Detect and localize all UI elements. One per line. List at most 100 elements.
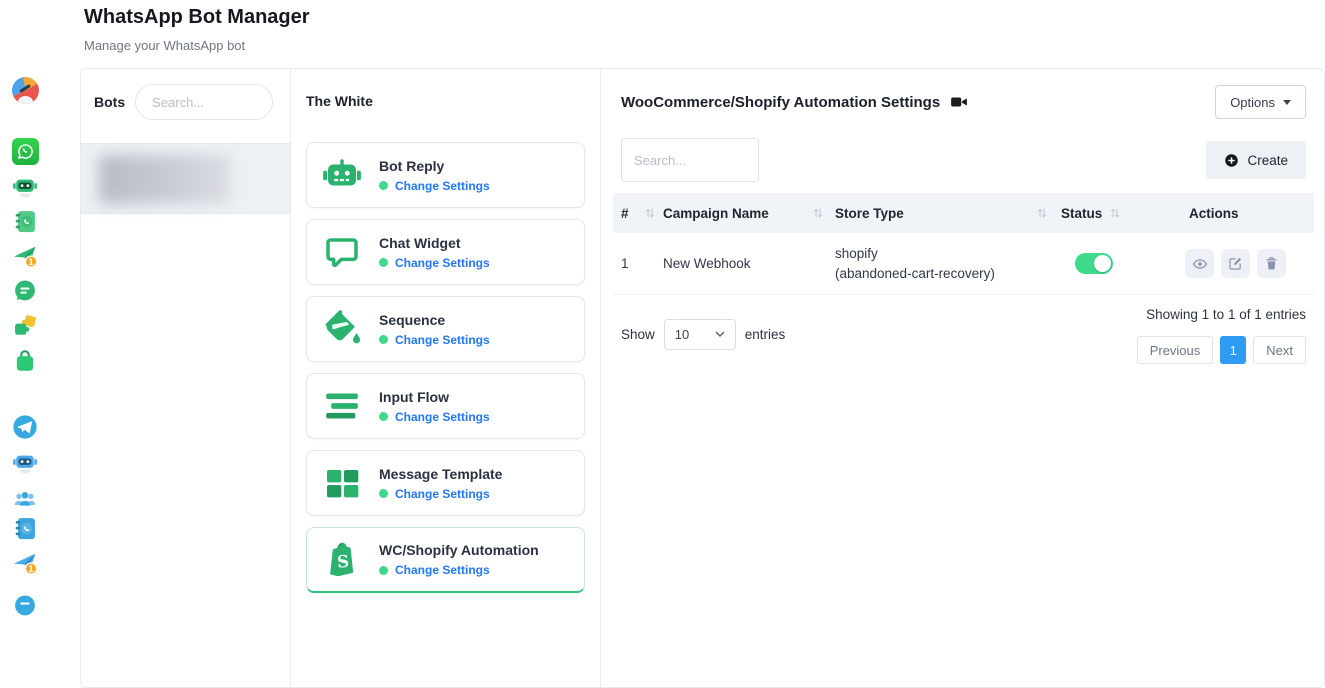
feature-card-title: Input Flow	[379, 389, 490, 405]
previous-page-button[interactable]: Previous	[1137, 336, 1214, 364]
pagination: Previous 1 Next	[1137, 336, 1306, 364]
view-button[interactable]	[1185, 249, 1214, 278]
dashboard-icon[interactable]	[11, 76, 39, 104]
telegram-chat-icon[interactable]	[11, 592, 39, 620]
feature-card-title: Bot Reply	[379, 158, 490, 174]
bots-panel-label: Bots	[94, 94, 125, 110]
options-button-label: Options	[1230, 95, 1275, 110]
change-settings-link[interactable]: Change Settings	[395, 410, 490, 424]
shopify-logo-letter: S	[336, 550, 349, 571]
column-label: #	[621, 206, 629, 221]
status-toggle[interactable]	[1075, 253, 1113, 274]
plus-circle-icon	[1224, 153, 1239, 168]
sort-icon	[1037, 207, 1047, 219]
feature-card-sequence[interactable]: Sequence Change Settings	[306, 296, 585, 362]
sort-icon	[813, 207, 823, 219]
whatsapp-contacts-icon[interactable]	[11, 207, 39, 235]
column-label: Store Type	[835, 206, 904, 221]
entries-label: entries	[745, 327, 786, 342]
whatsapp-integrations-icon[interactable]	[11, 312, 39, 340]
column-label: Status	[1061, 206, 1102, 221]
table-search-input[interactable]	[621, 138, 759, 182]
options-button[interactable]: Options	[1215, 85, 1306, 119]
bot-reply-icon	[320, 153, 364, 197]
whatsapp-shop-icon[interactable]	[11, 347, 39, 375]
main-card: Bots The White Bot Reply Change Settings	[80, 68, 1325, 688]
notification-badge: 1	[28, 565, 34, 575]
status-dot	[379, 489, 388, 498]
telegram-group-icon[interactable]	[11, 484, 39, 512]
sort-icon	[1110, 207, 1120, 219]
status-dot	[379, 412, 388, 421]
table-header-row: # Campaign Name Store Type Status Action…	[613, 193, 1314, 233]
whatsapp-chat-icon[interactable]	[11, 277, 39, 305]
feature-card-title: Chat Widget	[379, 235, 490, 251]
eye-icon	[1192, 256, 1208, 272]
column-label: Campaign Name	[663, 206, 769, 221]
campaign-name-cell: New Webhook	[663, 256, 751, 271]
page-size-select[interactable]: 10	[664, 319, 736, 350]
bot-list-item-selected[interactable]	[81, 143, 290, 214]
change-settings-link[interactable]: Change Settings	[395, 333, 490, 347]
feature-card-chat-widget[interactable]: Chat Widget Change Settings	[306, 219, 585, 285]
bots-search-input[interactable]	[135, 84, 273, 120]
change-settings-link[interactable]: Change Settings	[395, 563, 490, 577]
delete-button[interactable]	[1257, 249, 1286, 278]
app-sidebar: 1 1	[0, 0, 62, 604]
feature-card-bot-reply[interactable]: Bot Reply Change Settings	[306, 142, 585, 208]
bots-panel: Bots	[81, 69, 291, 687]
feature-card-wc-shopify-automation[interactable]: S WC/Shopify Automation Change Settings	[306, 527, 585, 593]
notification-badge: 1	[28, 258, 34, 268]
input-flow-icon	[320, 384, 364, 428]
edit-icon	[1228, 256, 1243, 271]
toggle-knob	[1094, 255, 1111, 272]
page-size-value: 10	[675, 327, 689, 342]
change-settings-link[interactable]: Change Settings	[395, 179, 490, 193]
status-dot	[379, 335, 388, 344]
telegram-icon[interactable]	[11, 413, 39, 441]
create-button-label: Create	[1247, 153, 1288, 168]
show-label: Show	[621, 327, 655, 342]
whatsapp-bot-icon[interactable]	[11, 172, 39, 200]
feature-card-message-template[interactable]: Message Template Change Settings	[306, 450, 585, 516]
automation-panel: WooCommerce/Shopify Automation Settings …	[601, 69, 1324, 687]
feature-card-title: WC/Shopify Automation	[379, 542, 539, 558]
current-page-button[interactable]: 1	[1220, 336, 1246, 364]
column-header-num[interactable]: #	[613, 206, 663, 221]
whatsapp-broadcast-icon[interactable]: 1	[11, 242, 39, 270]
store-type-cell: shopify (abandoned-cart-recovery)	[835, 244, 995, 283]
change-settings-link[interactable]: Change Settings	[395, 256, 490, 270]
speedometer-glyph	[12, 77, 39, 104]
bot-name-title: The White	[306, 93, 585, 109]
create-button[interactable]: Create	[1206, 141, 1306, 179]
next-page-button[interactable]: Next	[1253, 336, 1306, 364]
status-dot	[379, 258, 388, 267]
automation-title: WooCommerce/Shopify Automation Settings	[621, 94, 940, 111]
feature-card-input-flow[interactable]: Input Flow Change Settings	[306, 373, 585, 439]
column-header-campaign-name[interactable]: Campaign Name	[663, 206, 835, 221]
telegram-contacts-icon[interactable]	[11, 514, 39, 542]
trash-icon	[1264, 256, 1279, 271]
chevron-down-icon	[1283, 100, 1291, 105]
whatsapp-icon[interactable]	[11, 137, 39, 165]
video-tutorial-icon[interactable]	[950, 93, 968, 111]
status-dot	[379, 181, 388, 190]
column-header-status[interactable]: Status	[1061, 206, 1185, 221]
chevron-down-icon	[715, 331, 725, 338]
feature-card-title: Message Template	[379, 466, 502, 482]
table-summary: Showing 1 to 1 of 1 entries	[1146, 307, 1306, 322]
change-settings-link[interactable]: Change Settings	[395, 487, 490, 501]
sequence-icon	[320, 307, 364, 351]
feature-card-title: Sequence	[379, 312, 490, 328]
features-panel: The White Bot Reply Change Settings Chat…	[291, 69, 601, 687]
column-header-actions: Actions	[1185, 206, 1314, 221]
shopify-icon: S	[320, 538, 364, 582]
sort-icon	[645, 207, 655, 219]
column-header-store-type[interactable]: Store Type	[835, 206, 1061, 221]
status-dot	[379, 566, 388, 575]
row-number: 1	[621, 256, 629, 271]
edit-button[interactable]	[1221, 249, 1250, 278]
telegram-bot-icon[interactable]	[11, 448, 39, 476]
message-template-icon	[320, 461, 364, 505]
telegram-broadcast-icon[interactable]: 1	[11, 549, 39, 577]
